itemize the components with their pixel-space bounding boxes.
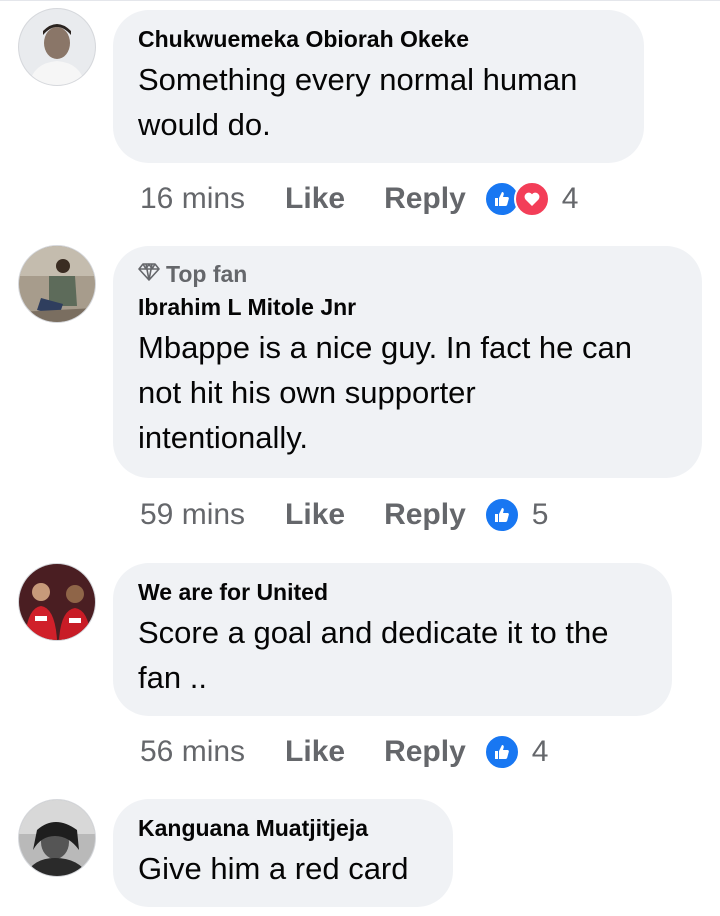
comment-actions: 16 mins Like Reply 4 xyxy=(140,179,578,219)
comment-actions: 56 mins Like Reply 4 xyxy=(140,732,548,772)
avatar[interactable] xyxy=(18,563,96,641)
reaction-summary[interactable]: 5 xyxy=(483,497,549,533)
comment-text: Something every normal human would do. xyxy=(138,62,578,142)
thumbs-up-icon xyxy=(483,734,520,770)
like-button[interactable]: Like xyxy=(285,498,345,532)
like-button[interactable]: Like xyxy=(285,735,345,769)
comment-author[interactable]: Ibrahim L Mitole Jnr xyxy=(138,292,676,322)
comment-author[interactable]: Chukwuemeka Obiorah Okeke xyxy=(138,24,618,54)
reply-button[interactable]: Reply xyxy=(384,498,466,532)
comment-text: Score a goal and dedicate it to the fan … xyxy=(138,615,609,695)
comment-text: Mbappe is a nice guy. In fact he can not… xyxy=(138,330,633,455)
thumbs-up-icon xyxy=(483,497,520,533)
comment-bubble: Chukwuemeka Obiorah Okeke Something ever… xyxy=(113,10,644,163)
avatar[interactable] xyxy=(18,245,96,323)
comment-timestamp[interactable]: 56 mins xyxy=(140,735,245,769)
avatar[interactable] xyxy=(18,799,96,877)
comment-author[interactable]: Kanguana Muatjitjeja xyxy=(138,813,427,843)
comment-timestamp[interactable]: 16 mins xyxy=(140,182,245,216)
comment-author[interactable]: We are for United xyxy=(138,577,646,607)
reaction-summary[interactable]: 4 xyxy=(483,181,579,217)
comment-bubble: Top fan Ibrahim L Mitole Jnr Mbappe is a… xyxy=(113,246,702,478)
reply-button[interactable]: Reply xyxy=(384,735,466,769)
comment-bubble: Kanguana Muatjitjeja Give him a red card xyxy=(113,799,453,907)
avatar[interactable] xyxy=(18,8,96,86)
like-button[interactable]: Like xyxy=(285,182,345,216)
top-fan-badge: Top fan xyxy=(138,261,676,288)
top-divider xyxy=(0,0,720,7)
diamond-icon xyxy=(138,261,160,288)
reaction-count: 5 xyxy=(531,498,549,531)
reaction-count: 4 xyxy=(561,182,579,215)
reaction-summary[interactable]: 4 xyxy=(483,734,549,770)
comment-actions: 59 mins Like Reply 5 xyxy=(140,495,548,535)
reply-button[interactable]: Reply xyxy=(384,182,466,216)
comment-timestamp[interactable]: 59 mins xyxy=(140,498,245,532)
heart-icon xyxy=(513,181,550,217)
reaction-count: 4 xyxy=(531,735,549,768)
comment-text: Give him a red card xyxy=(138,851,409,886)
comment-bubble: We are for United Score a goal and dedic… xyxy=(113,563,672,716)
